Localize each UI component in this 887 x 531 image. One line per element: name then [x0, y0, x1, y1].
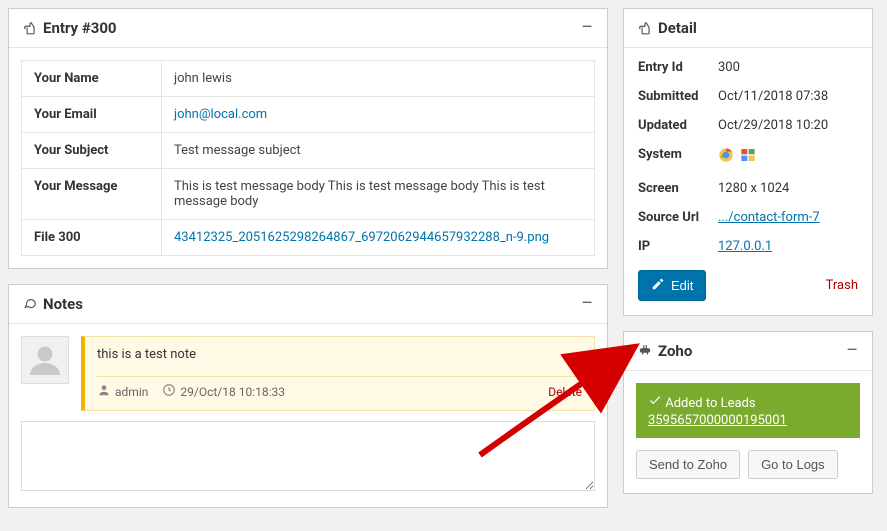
- chrome-icon: [718, 147, 734, 167]
- screen-value: 1280 x 1024: [718, 181, 858, 196]
- note-body: this is a test note: [97, 347, 582, 362]
- note-item: this is a test note admin 29/Oct/18 10:1…: [21, 336, 595, 411]
- notes-panel-title: Notes: [23, 295, 83, 313]
- submitted-value: Oct/11/2018 07:38: [718, 89, 858, 104]
- field-row: Your MessageThis is test message body Th…: [22, 169, 595, 220]
- field-label: Your Subject: [22, 133, 162, 169]
- edit-button[interactable]: Edit: [638, 270, 706, 301]
- field-label: Your Email: [22, 97, 162, 133]
- entry-panel-title: Entry #300: [23, 19, 117, 37]
- thumbs-up-icon: [638, 21, 652, 35]
- ip-link[interactable]: 127.0.0.1: [718, 239, 772, 254]
- windows-icon: [740, 147, 756, 167]
- source-url-link[interactable]: .../contact-form-7: [718, 210, 820, 225]
- entry-panel: Entry #300 – Your Namejohn lewis Your Em…: [8, 8, 608, 269]
- note-input[interactable]: [21, 421, 595, 491]
- entry-id-value: 300: [718, 60, 858, 75]
- updated-label: Updated: [638, 118, 718, 133]
- collapse-zoho-button[interactable]: –: [846, 342, 858, 360]
- user-icon: [97, 383, 111, 400]
- zoho-panel: Zoho – Added to Leads 359565700000019500…: [623, 331, 873, 494]
- field-value: This is test message body This is test m…: [162, 169, 595, 220]
- field-label: Your Name: [22, 61, 162, 97]
- comments-icon: [23, 297, 37, 311]
- plug-icon: [638, 344, 652, 358]
- field-row: Your Email john@local.com: [22, 97, 595, 133]
- field-value: Test message subject: [162, 133, 595, 169]
- zoho-panel-title: Zoho: [638, 342, 692, 360]
- delete-note-button[interactable]: Delete: [548, 385, 582, 399]
- detail-panel: Detail Entry Id 300 Submitted Oct/11/201…: [623, 8, 873, 316]
- system-value: [718, 147, 858, 167]
- field-value: john lewis: [162, 61, 595, 97]
- system-label: System: [638, 147, 718, 167]
- zoho-status: Added to Leads 3595657000000195001: [636, 383, 860, 438]
- entry-fields-table: Your Namejohn lewis Your Email john@local…: [21, 60, 595, 256]
- check-icon: [648, 396, 665, 411]
- entry-id-label: Entry Id: [638, 60, 718, 75]
- field-row: Your Namejohn lewis: [22, 61, 595, 97]
- send-to-zoho-button[interactable]: Send to Zoho: [636, 450, 740, 479]
- clock-icon: [162, 383, 176, 400]
- ip-label: IP: [638, 239, 718, 254]
- field-row: File 300 43412325_2051625298264867_697206…: [22, 220, 595, 256]
- submitted-label: Submitted: [638, 89, 718, 104]
- pencil-icon: [651, 277, 665, 294]
- field-label: File 300: [22, 220, 162, 256]
- email-link[interactable]: john@local.com: [174, 107, 267, 122]
- detail-panel-title: Detail: [638, 19, 697, 37]
- collapse-notes-button[interactable]: –: [581, 295, 593, 313]
- updated-value: Oct/29/2018 10:20: [718, 118, 858, 133]
- note-time: 29/Oct/18 10:18:33: [180, 385, 285, 399]
- screen-label: Screen: [638, 181, 718, 196]
- field-label: Your Message: [22, 169, 162, 220]
- collapse-entry-button[interactable]: –: [581, 19, 593, 37]
- trash-link[interactable]: Trash: [826, 278, 858, 293]
- thumbs-up-icon: [23, 21, 37, 35]
- file-link[interactable]: 43412325_2051625298264867_69720629446579…: [174, 230, 549, 245]
- field-row: Your SubjectTest message subject: [22, 133, 595, 169]
- go-to-logs-button[interactable]: Go to Logs: [748, 450, 838, 479]
- source-url-label: Source Url: [638, 210, 718, 225]
- notes-panel: Notes – this is a test note: [8, 284, 608, 508]
- note-author: admin: [115, 385, 148, 399]
- avatar: [21, 336, 69, 384]
- zoho-record-link[interactable]: 3595657000000195001: [648, 413, 848, 428]
